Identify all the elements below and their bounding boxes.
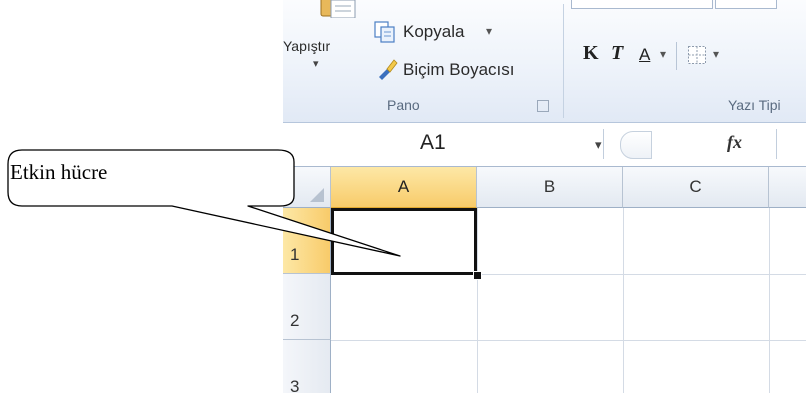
callout-text: Etkin hücre	[10, 160, 108, 184]
callout-bubble	[7, 149, 401, 257]
